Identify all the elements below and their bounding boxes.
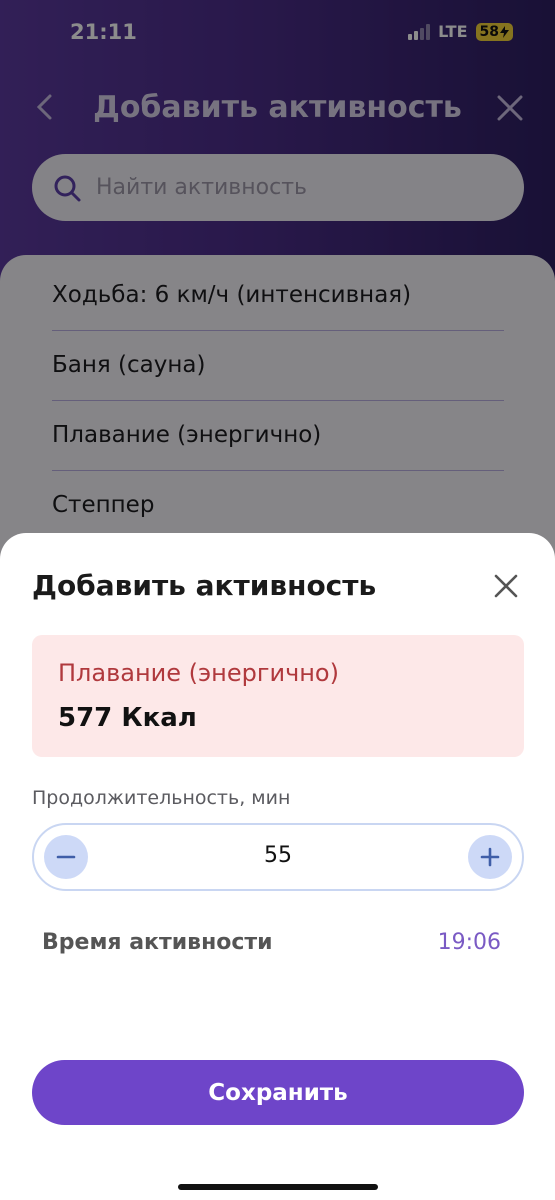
plus-icon xyxy=(480,847,500,867)
sheet-close-button[interactable] xyxy=(491,571,521,601)
home-indicator xyxy=(178,1184,378,1190)
calories-value: 577 Ккал xyxy=(58,703,197,733)
activity-time-label: Время активности xyxy=(42,930,273,955)
activity-name: Плавание (энергично) xyxy=(58,659,339,687)
increase-button[interactable] xyxy=(468,835,512,879)
duration-label: Продолжительность, мин xyxy=(32,787,291,809)
save-button[interactable]: Сохранить xyxy=(32,1060,524,1125)
selected-activity-card: Плавание (энергично) 577 Ккал xyxy=(32,635,524,757)
sheet-title: Добавить активность xyxy=(32,569,377,602)
screen: 21:11 LTE 58 Добавить активность Ходьба:… xyxy=(0,0,555,1200)
close-icon xyxy=(494,574,518,598)
duration-stepper: 55 xyxy=(32,823,524,891)
duration-value[interactable]: 55 xyxy=(34,843,522,868)
activity-time-value[interactable]: 19:06 xyxy=(438,930,501,955)
add-activity-sheet: Добавить активность Плавание (энергично)… xyxy=(0,533,555,1200)
